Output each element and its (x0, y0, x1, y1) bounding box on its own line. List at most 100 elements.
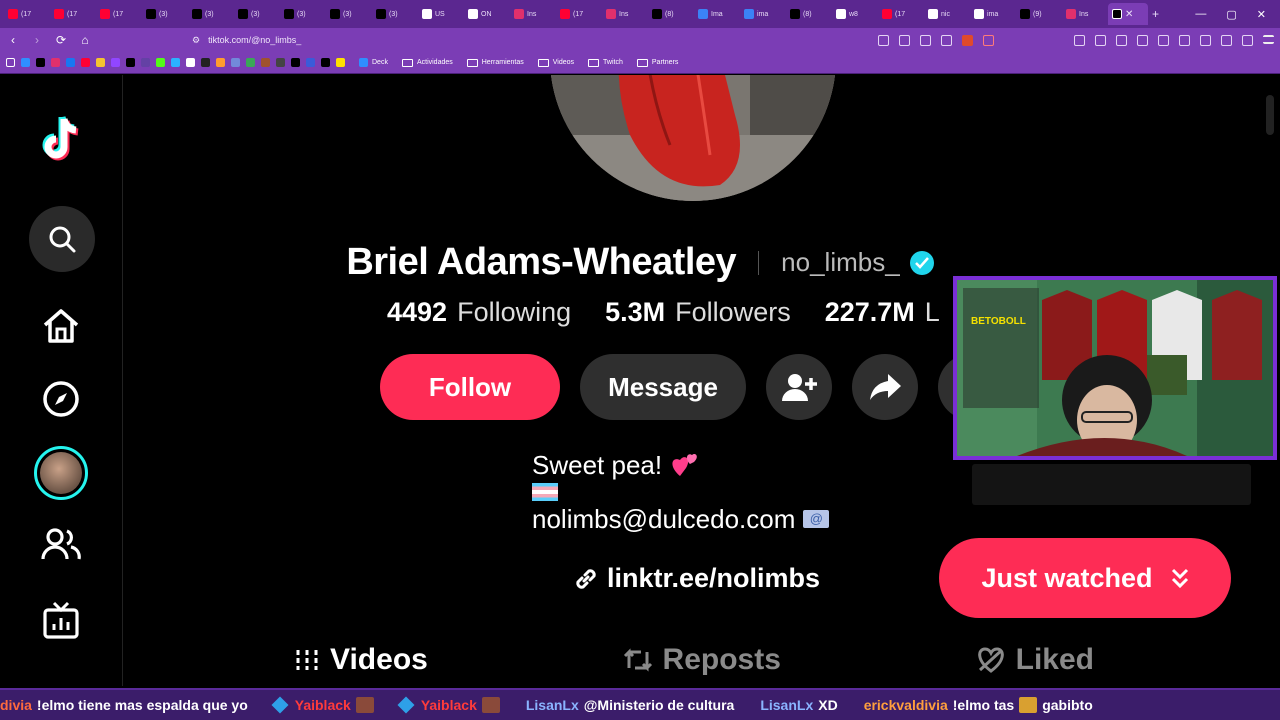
tab-liked[interactable]: Liked (976, 643, 1094, 677)
wallet-icon[interactable] (1179, 34, 1190, 46)
shield-icon[interactable] (962, 34, 973, 46)
bookmark-folder-videos[interactable]: Videos (537, 58, 574, 67)
browser-tab[interactable]: (3) (372, 3, 418, 25)
browser-tab[interactable]: nic (924, 3, 970, 25)
home-nav-button[interactable] (28, 293, 94, 359)
bookmark-folder-deck[interactable]: Deck (359, 58, 388, 67)
tab-videos[interactable]: Videos (294, 643, 428, 677)
bookmark-favicon[interactable] (261, 58, 270, 67)
close-window-icon[interactable]: ✕ (1257, 8, 1266, 21)
share-button[interactable] (852, 354, 918, 420)
bookmark-favicon[interactable] (276, 58, 285, 67)
browser-tab[interactable]: (8) (786, 3, 832, 25)
more-nav-button[interactable] (28, 663, 94, 686)
reader-icon[interactable] (878, 34, 889, 46)
following-stat[interactable]: 4492 Following (387, 297, 571, 328)
profile-nav-avatar[interactable] (28, 440, 94, 506)
screenshot-icon[interactable] (899, 34, 910, 46)
menu-icon[interactable] (1263, 34, 1274, 44)
bookmark-favicon[interactable] (216, 58, 225, 67)
bookmark-favicon[interactable] (246, 58, 255, 67)
browser-tab[interactable]: w8 (832, 3, 878, 25)
browser-tab[interactable]: ima (970, 3, 1016, 25)
zoom-icon[interactable] (920, 34, 931, 46)
tiktok-logo-icon[interactable] (28, 107, 94, 173)
bookmark-favicon[interactable] (126, 58, 135, 67)
profile-avatar[interactable] (550, 75, 836, 201)
browser-tab[interactable]: Ima (694, 3, 740, 25)
back-icon[interactable]: ‹ (6, 33, 20, 47)
bookmark-favicon[interactable] (171, 58, 180, 67)
browser-tab[interactable]: (17 (878, 3, 924, 25)
tab-reposts[interactable]: Reposts (623, 643, 781, 677)
reload-icon[interactable]: ⟳ (54, 33, 68, 47)
close-tab-icon[interactable]: ✕ (1125, 9, 1133, 20)
browser-tab[interactable]: ima (740, 3, 786, 25)
browser-tab[interactable]: (17 (50, 3, 96, 25)
bookmark-folder-twitch[interactable]: Twitch (588, 58, 623, 67)
extension-icon[interactable] (1095, 34, 1106, 46)
settings-icon[interactable] (1242, 34, 1253, 46)
share-icon[interactable] (941, 34, 952, 46)
friends-nav-button[interactable] (28, 512, 94, 578)
new-tab-button[interactable]: + (1148, 3, 1194, 25)
browser-tab[interactable]: US (418, 3, 464, 25)
browser-tab[interactable]: (17 (4, 3, 50, 25)
message-button[interactable]: Message (580, 354, 746, 420)
apps-icon[interactable] (6, 58, 15, 67)
browser-tab[interactable]: (3) (188, 3, 234, 25)
browser-tab[interactable]: (3) (142, 3, 188, 25)
browser-tab[interactable]: (17 (96, 3, 142, 25)
forward-icon[interactable]: › (30, 33, 44, 47)
site-settings-icon[interactable]: ⚙ (192, 35, 200, 46)
scrollbar[interactable] (1266, 95, 1274, 135)
follow-button[interactable]: Follow (380, 354, 560, 420)
bookmark-favicon[interactable] (51, 58, 60, 67)
browser-tab[interactable]: Ins (1062, 3, 1108, 25)
explore-nav-button[interactable] (28, 366, 94, 432)
maximize-icon[interactable]: ▢ (1226, 8, 1236, 21)
bookmark-favicon[interactable] (306, 58, 315, 67)
url-field[interactable]: ⚙ tiktok.com/@no_limbs_ (192, 31, 792, 49)
bookmark-favicon[interactable] (81, 58, 90, 67)
bookmark-favicon[interactable] (186, 58, 195, 67)
bookmark-favicon[interactable] (111, 58, 120, 67)
browser-tab[interactable]: (3) (280, 3, 326, 25)
bookmark-favicon[interactable] (336, 58, 345, 67)
bookmark-favicon[interactable] (201, 58, 210, 67)
bookmark-favicon[interactable] (96, 58, 105, 67)
extension-icon[interactable] (1074, 34, 1085, 46)
bookmark-favicon[interactable] (321, 58, 330, 67)
minimize-icon[interactable]: — (1195, 8, 1206, 21)
home-icon[interactable]: ⌂ (78, 33, 92, 47)
browser-tab[interactable]: (8) (648, 3, 694, 25)
browser-tab[interactable]: Ins (602, 3, 648, 25)
followers-stat[interactable]: 5.3M Followers (605, 297, 791, 328)
alert-icon[interactable] (983, 34, 994, 46)
extension-icon[interactable] (1137, 34, 1148, 46)
bookmark-favicon[interactable] (21, 58, 30, 67)
bookmark-favicon[interactable] (141, 58, 150, 67)
browser-tab[interactable]: (17 (556, 3, 602, 25)
bookmark-favicon[interactable] (231, 58, 240, 67)
just-watched-button[interactable]: Just watched (939, 538, 1231, 618)
live-nav-button[interactable] (28, 587, 94, 653)
suggested-accounts-button[interactable] (766, 354, 832, 420)
bookmark-folder-actividades[interactable]: Actividades (401, 58, 453, 67)
active-browser-tab[interactable]: ✕ (1108, 3, 1148, 25)
browser-tab[interactable]: (3) (234, 3, 280, 25)
bookmark-folder-herramientas[interactable]: Herramientas (466, 58, 524, 67)
bookmark-favicon[interactable] (66, 58, 75, 67)
extension-icon[interactable] (1116, 34, 1127, 46)
bookmark-favicon[interactable] (291, 58, 300, 67)
vpn-icon[interactable] (1221, 34, 1232, 46)
browser-tab[interactable]: (9) (1016, 3, 1062, 25)
extensions-icon[interactable] (1200, 34, 1211, 46)
profile-link[interactable]: linktr.ee/nolimbs (573, 563, 820, 594)
browser-tab[interactable]: ON (464, 3, 510, 25)
music-icon[interactable] (1158, 34, 1169, 46)
browser-tab[interactable]: Ins (510, 3, 556, 25)
bookmark-favicon[interactable] (156, 58, 165, 67)
browser-tab[interactable]: (3) (326, 3, 372, 25)
bookmark-favicon[interactable] (36, 58, 45, 67)
